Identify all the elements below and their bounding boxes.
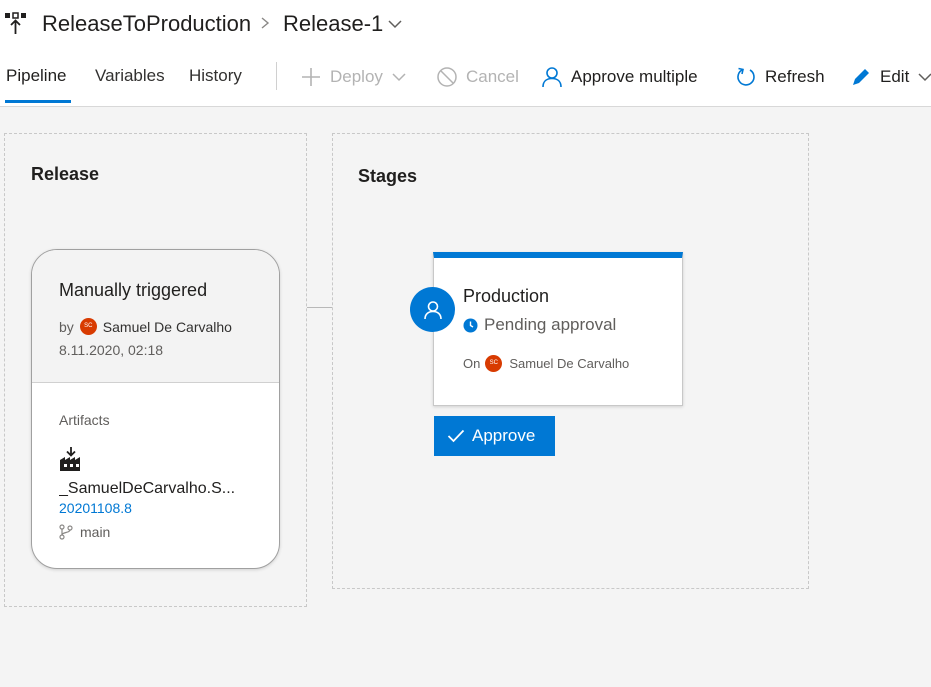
- branch-name: main: [80, 524, 111, 540]
- pencil-icon: [853, 69, 869, 85]
- artifact-branch: main: [59, 524, 110, 540]
- header-bar: ReleaseToProduction Release-1 Pipeline V…: [0, 0, 931, 107]
- deploy-button[interactable]: Deploy: [300, 64, 407, 90]
- breadcrumb-pipeline-name[interactable]: ReleaseToProduction: [42, 11, 251, 37]
- cancel-label: Cancel: [466, 67, 519, 86]
- artifacts-heading: Artifacts: [59, 412, 110, 428]
- chevron-down-icon[interactable]: [387, 18, 403, 30]
- edit-button[interactable]: Edit: [850, 64, 931, 90]
- approve-multiple-label: Approve multiple: [571, 67, 698, 86]
- release-date: 8.11.2020, 02:18: [59, 342, 164, 358]
- stage-name[interactable]: Production: [463, 286, 549, 307]
- chevron-down-icon: [392, 73, 406, 82]
- approve-multiple-button[interactable]: Approve multiple: [541, 64, 698, 90]
- by-prefix: by: [59, 318, 74, 335]
- on-prefix: On: [463, 356, 481, 371]
- release-trigger: Manually triggered: [59, 280, 208, 300]
- user-name: Samuel De Carvalho: [509, 356, 630, 371]
- tab-variables[interactable]: Variables: [95, 66, 165, 86]
- deploy-label: Deploy: [330, 67, 383, 86]
- person-icon: [423, 300, 442, 319]
- refresh-icon: [737, 67, 755, 86]
- user-name: Samuel De Carvalho: [102, 318, 232, 335]
- plus-icon: [302, 68, 320, 86]
- chevron-right-icon: [261, 17, 270, 29]
- tab-pipeline[interactable]: Pipeline: [6, 66, 67, 86]
- stage-approver-avatar: [410, 287, 455, 332]
- cancel-icon: [437, 67, 457, 87]
- breadcrumb-release-name[interactable]: Release-1: [283, 11, 383, 37]
- chevron-down-icon: [918, 73, 931, 82]
- checkmark-icon: [447, 429, 465, 443]
- refresh-label: Refresh: [765, 67, 825, 86]
- tab-active-indicator: [5, 100, 71, 103]
- stage-on: On SC Samuel De Carvalho: [463, 355, 629, 372]
- artifact-build-icon: [60, 447, 80, 471]
- avatar: SC: [485, 355, 503, 372]
- edit-label: Edit: [880, 67, 910, 86]
- release-card-header: [32, 250, 279, 383]
- stage-status-label: Pending approval: [484, 315, 617, 334]
- person-icon: [542, 67, 562, 88]
- branch-icon: [59, 524, 73, 540]
- tab-history[interactable]: History: [189, 66, 242, 86]
- stage-status: Pending approval: [463, 315, 616, 335]
- toolbar-divider: [276, 62, 277, 90]
- clock-icon: [463, 318, 478, 332]
- cancel-button[interactable]: Cancel: [436, 64, 519, 90]
- artifact-version-link[interactable]: 20201108.8: [59, 500, 132, 516]
- artifact-name: _SamuelDeCarvalho.S...: [59, 480, 236, 497]
- release-panel-title: Release: [31, 164, 100, 184]
- release-stage-connector: [307, 307, 332, 308]
- refresh-button[interactable]: Refresh: [735, 64, 825, 90]
- approve-label: Approve: [472, 426, 536, 445]
- avatar: SC: [79, 318, 97, 335]
- approve-button[interactable]: Approve: [434, 416, 555, 456]
- pipeline-icon: [5, 12, 26, 34]
- release-requested-by: by SC Samuel De Carvalho: [59, 318, 232, 335]
- release-card[interactable]: Manually triggered by SC Samuel De Carva…: [31, 249, 280, 569]
- stages-panel-title: Stages: [358, 166, 418, 186]
